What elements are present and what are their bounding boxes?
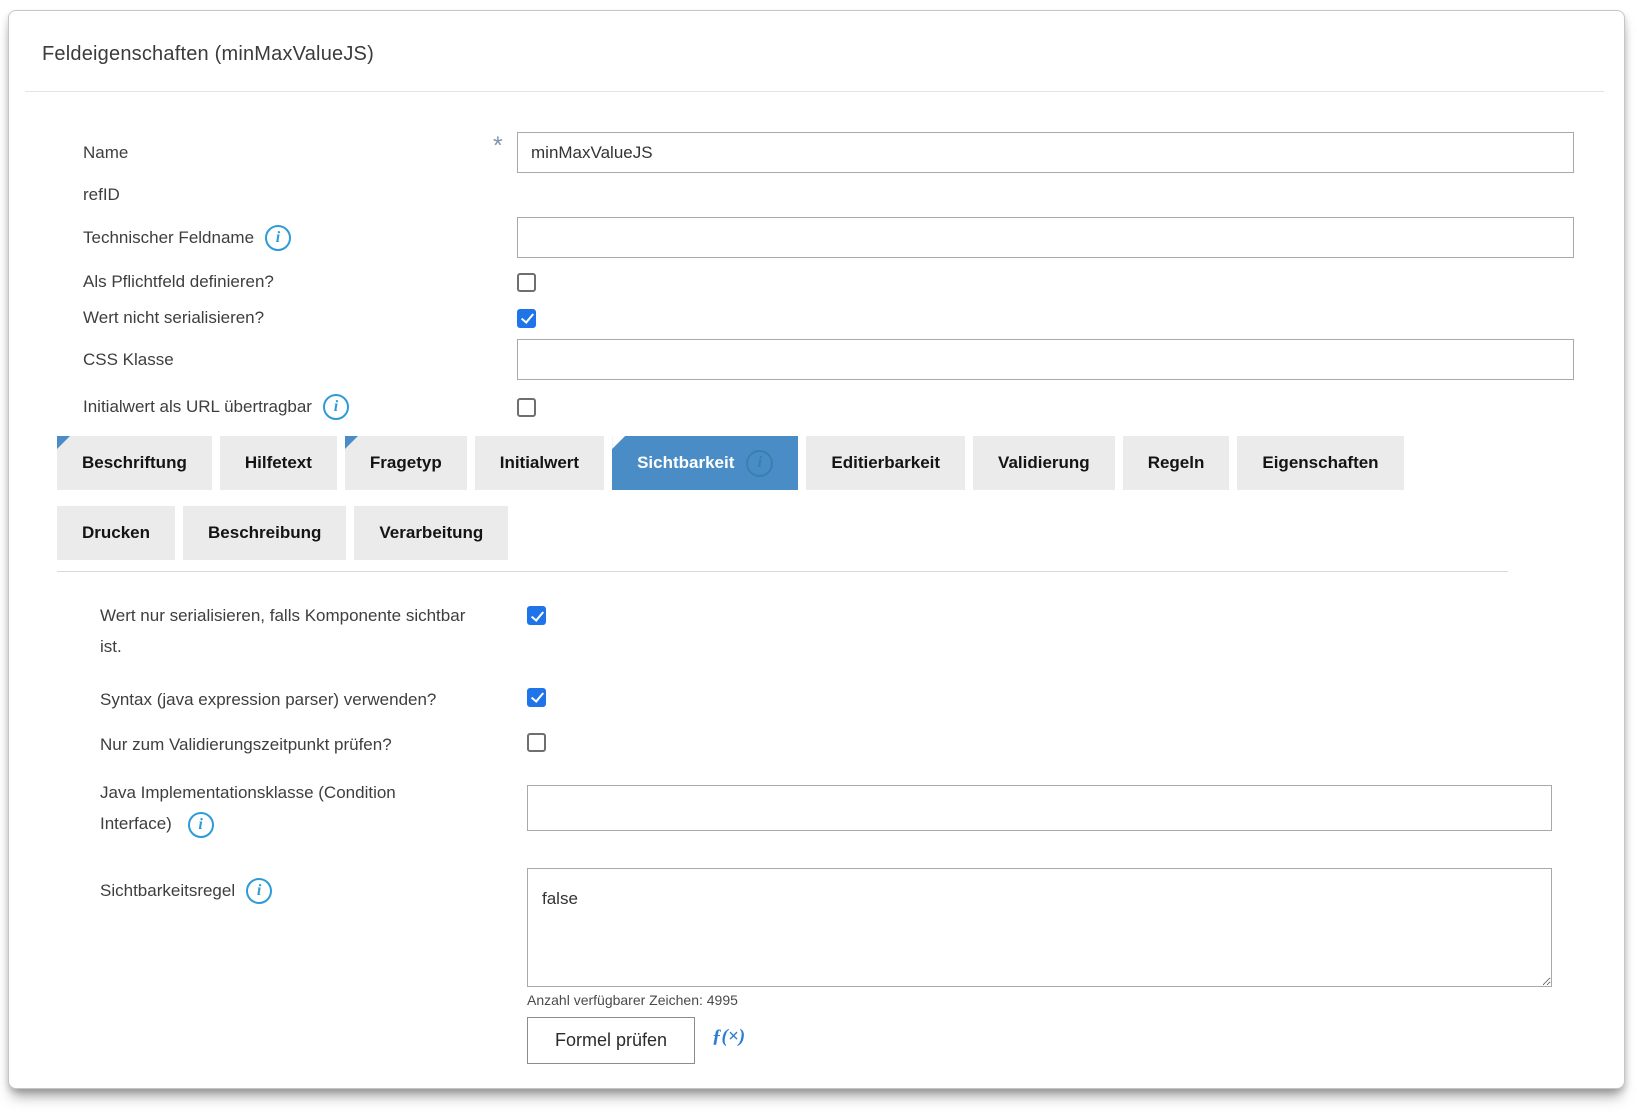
tab-validierung[interactable]: Validierung xyxy=(973,436,1115,490)
java-expression-parser-row: Syntax (java expression parser) verwende… xyxy=(100,684,1624,710)
java-implementation-class-label: Java Implementationsklasse (Condition In… xyxy=(100,777,527,839)
tab-drucken[interactable]: Drucken xyxy=(57,506,175,560)
tab-fragetyp[interactable]: Fragetyp xyxy=(345,436,467,490)
no-serialize-checkbox[interactable] xyxy=(517,309,536,328)
serialize-only-visible-label: Wert nur serialisieren, falls Komponente… xyxy=(100,600,527,662)
initial-url-label: Initialwert als URL übertragbar i xyxy=(83,394,517,420)
java-expression-parser-checkbox[interactable] xyxy=(527,688,546,707)
required-asterisk: * xyxy=(493,132,503,161)
no-serialize-label: Wert nicht serialisieren? xyxy=(83,308,517,328)
tab-content-marker xyxy=(612,436,625,449)
tab-sichtbarkeit[interactable]: Sichtbarkeit i xyxy=(612,436,798,490)
name-row: Name * xyxy=(83,132,1624,173)
validation-time-only-label: Nur zum Validierungszeitpunkt prüfen? xyxy=(100,729,527,760)
page-title: Feldeigenschaften (minMaxValueJS) xyxy=(42,43,1624,66)
css-class-input[interactable] xyxy=(517,339,1574,380)
field-properties-panel: Feldeigenschaften (minMaxValueJS) Name *… xyxy=(8,10,1625,1089)
tab-bar: Beschriftung Hilfetext Fragetyp Initialw… xyxy=(57,436,1624,560)
tab-regeln[interactable]: Regeln xyxy=(1123,436,1230,490)
tab-content-divider xyxy=(57,571,1508,572)
technical-name-row: Technischer Feldname i xyxy=(83,217,1624,258)
visibility-rule-label: Sichtbarkeitsregel i xyxy=(100,868,527,906)
name-input[interactable] xyxy=(517,132,1574,173)
formula-action-row: Formel prüfen ƒ(×) xyxy=(527,1017,1624,1064)
visibility-tab-panel: Wert nur serialisieren, falls Komponente… xyxy=(100,600,1624,987)
technical-name-info-icon[interactable]: i xyxy=(265,225,291,251)
char-counter: Anzahl verfügbarer Zeichen: 4995 xyxy=(527,992,1624,1008)
tab-row-1: Beschriftung Hilfetext Fragetyp Initialw… xyxy=(57,436,1624,490)
tab-beschreibung[interactable]: Beschreibung xyxy=(183,506,346,560)
name-control: * xyxy=(517,132,1574,173)
check-formula-button[interactable]: Formel prüfen xyxy=(527,1017,695,1064)
required-field-label: Als Pflichtfeld definieren? xyxy=(83,272,517,292)
refid-label: refID xyxy=(83,185,517,205)
visibility-rule-info-icon[interactable]: i xyxy=(246,878,272,904)
visibility-rule-textarea[interactable]: false xyxy=(527,868,1552,987)
css-class-row: CSS Klasse xyxy=(83,339,1624,380)
general-properties-form: Name * refID Technischer Feldname i Als … xyxy=(83,132,1624,421)
tab-verarbeitung[interactable]: Verarbeitung xyxy=(354,506,508,560)
tab-beschriftung[interactable]: Beschriftung xyxy=(57,436,212,490)
validation-time-only-row: Nur zum Validierungszeitpunkt prüfen? xyxy=(100,729,1624,755)
validation-time-only-checkbox[interactable] xyxy=(527,733,546,752)
initial-url-row: Initialwert als URL übertragbar i xyxy=(83,393,1624,421)
name-label: Name xyxy=(83,143,517,163)
tab-row-2: Drucken Beschreibung Verarbeitung xyxy=(57,506,1624,560)
visibility-rule-row: Sichtbarkeitsregel i false xyxy=(100,868,1624,987)
no-serialize-row: Wert nicht serialisieren? xyxy=(83,306,1624,330)
tab-initialwert[interactable]: Initialwert xyxy=(475,436,604,490)
tab-editierbarkeit[interactable]: Editierbarkeit xyxy=(806,436,965,490)
title-divider xyxy=(25,91,1604,92)
tab-info-icon[interactable]: i xyxy=(746,450,773,477)
java-implementation-class-input[interactable] xyxy=(527,785,1552,831)
refid-row: refID xyxy=(83,182,1624,208)
initial-url-info-icon[interactable]: i xyxy=(323,394,349,420)
java-implementation-class-row: Java Implementationsklasse (Condition In… xyxy=(100,777,1624,839)
technical-name-label: Technischer Feldname i xyxy=(83,225,517,251)
required-field-checkbox[interactable] xyxy=(517,273,536,292)
tab-content-marker xyxy=(345,436,358,449)
css-class-label: CSS Klasse xyxy=(83,350,517,370)
serialize-only-visible-checkbox[interactable] xyxy=(527,606,546,625)
java-expression-parser-label: Syntax (java expression parser) verwende… xyxy=(100,684,527,715)
required-field-row: Als Pflichtfeld definieren? xyxy=(83,270,1624,294)
tab-hilfetext[interactable]: Hilfetext xyxy=(220,436,337,490)
tab-eigenschaften[interactable]: Eigenschaften xyxy=(1237,436,1403,490)
fx-formula-icon[interactable]: ƒ(×) xyxy=(712,1026,745,1048)
technical-name-input[interactable] xyxy=(517,217,1574,258)
initial-url-checkbox[interactable] xyxy=(517,398,536,417)
serialize-only-visible-row: Wert nur serialisieren, falls Komponente… xyxy=(100,600,1624,662)
tab-content-marker xyxy=(57,436,70,449)
java-implementation-class-info-icon[interactable]: i xyxy=(188,812,214,838)
